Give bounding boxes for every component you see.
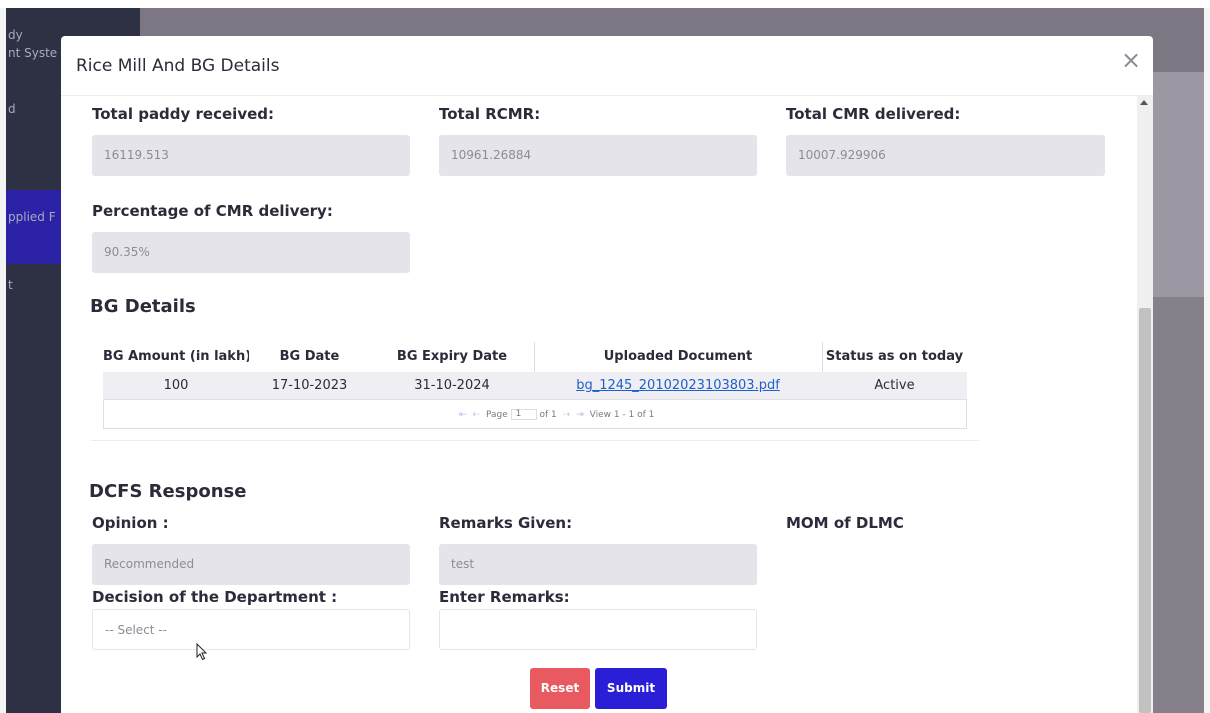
total-rcmr-label: Total RCMR: <box>439 105 541 123</box>
column-header-status[interactable]: Status as on today <box>822 342 967 372</box>
enter-remarks-label: Enter Remarks: <box>439 588 570 606</box>
total-paddy-field: 16119.513 <box>92 135 410 176</box>
dcfs-response-title: DCFS Response <box>89 481 247 502</box>
prev-page-icon[interactable]: ⇠ <box>473 410 481 420</box>
cell-bg-date: 17-10-2023 <box>271 378 348 393</box>
table-pager: ⇤ ⇠ Page 1 of 1 ⇢ ⇥ View 1 - 1 of 1 <box>103 399 967 429</box>
page-label: Page <box>485 410 508 420</box>
column-header-bg-amount[interactable]: BG Amount (in lakh) <box>103 342 249 372</box>
mouse-cursor-icon <box>196 643 208 661</box>
enter-remarks-input[interactable] <box>439 609 757 650</box>
pager-controls: ⇤ ⇠ Page 1 of 1 ⇢ ⇥ View 1 - 1 of 1 <box>456 409 654 420</box>
cell-bg-expiry: 31-10-2024 <box>414 378 490 393</box>
modal-title: Rice Mill And BG Details <box>76 56 280 76</box>
page-input[interactable]: 1 <box>510 409 537 420</box>
cell-uploaded-document: bg_1245_20102023103803.pdf <box>534 372 822 399</box>
remarks-given-field: test <box>439 544 757 585</box>
percentage-label: Percentage of CMR delivery: <box>92 202 333 220</box>
modal-header: Rice Mill And BG Details × <box>61 36 1153 96</box>
top-strip <box>0 0 1210 8</box>
page-of-label: of 1 <box>539 410 557 420</box>
percentage-field: 90.35% <box>92 232 410 273</box>
next-page-icon[interactable]: ⇢ <box>563 410 571 420</box>
column-header-bg-date[interactable]: BG Date <box>249 342 370 372</box>
cell-status: Active <box>874 378 915 393</box>
cell-bg-amount: 100 <box>163 378 189 393</box>
document-link[interactable]: bg_1245_20102023103803.pdf <box>576 378 780 393</box>
scroll-up-icon[interactable] <box>1140 100 1148 105</box>
decision-label: Decision of the Department : <box>92 588 338 606</box>
opinion-label: Opinion : <box>92 514 169 532</box>
scrollbar-thumb[interactable] <box>1139 308 1151 713</box>
remarks-given-label: Remarks Given: <box>439 514 573 532</box>
total-cmr-label: Total CMR delivered: <box>786 105 961 123</box>
sidebar-item-applied[interactable]: pplied F <box>8 210 56 224</box>
total-cmr-field: 10007.929906 <box>786 135 1105 176</box>
bg-details-title: BG Details <box>90 296 196 317</box>
rice-mill-bg-modal: Rice Mill And BG Details × Total paddy r… <box>61 36 1153 713</box>
decision-select[interactable]: -- Select -- <box>92 609 410 650</box>
left-edge <box>0 8 6 713</box>
total-rcmr-field: 10961.26884 <box>439 135 757 176</box>
table-row[interactable]: 100 17-10-2023 31-10-2024 bg_1245_201020… <box>103 372 967 399</box>
view-count-label: View 1 - 1 of 1 <box>589 410 655 420</box>
right-edge <box>1204 8 1210 713</box>
close-icon[interactable]: × <box>1119 48 1143 73</box>
first-page-icon[interactable]: ⇤ <box>459 410 467 420</box>
column-header-bg-expiry[interactable]: BG Expiry Date <box>370 342 534 372</box>
section-divider <box>91 440 979 441</box>
column-header-uploaded-document[interactable]: Uploaded Document <box>534 342 822 372</box>
reset-button[interactable]: Reset <box>530 668 590 709</box>
opinion-field: Recommended <box>92 544 410 585</box>
sidebar-app-name-2: nt Syste <box>8 46 58 60</box>
sidebar-item-other[interactable]: t <box>8 278 13 292</box>
sidebar-item-dashboard[interactable]: d <box>8 102 16 116</box>
mom-of-dlmc-label: MOM of DLMC <box>786 514 904 532</box>
sidebar-item-active-bg[interactable] <box>6 190 62 264</box>
total-paddy-label: Total paddy received: <box>92 105 274 123</box>
last-page-icon[interactable]: ⇥ <box>576 410 584 420</box>
submit-button[interactable]: Submit <box>595 668 667 709</box>
background-panel <box>1152 72 1210 297</box>
sidebar-app-name-1: dy <box>8 28 23 42</box>
